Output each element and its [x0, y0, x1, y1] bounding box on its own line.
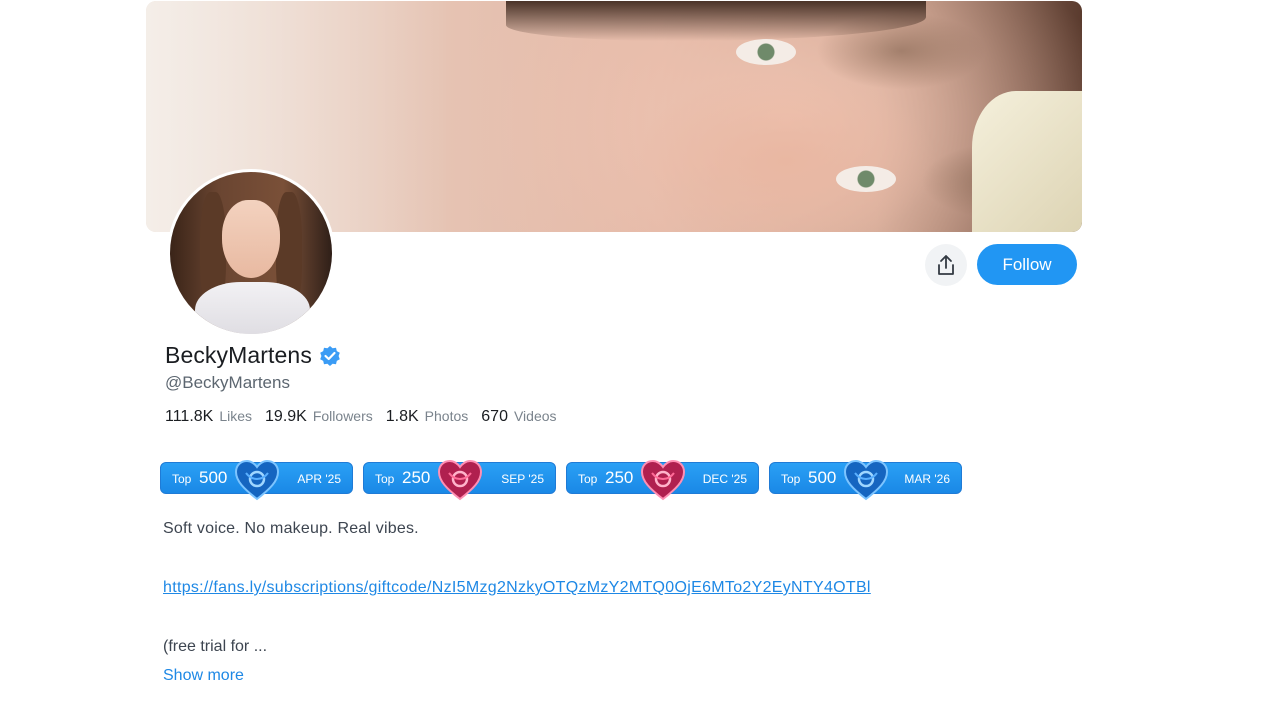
badge-date: DEC '25	[702, 472, 747, 486]
stat-likes[interactable]: 111.8K Likes	[165, 408, 252, 426]
verified-badge-icon	[320, 345, 340, 366]
heart-pink-icon	[437, 459, 483, 501]
profile-avatar[interactable]	[167, 169, 335, 337]
stat-value: 1.8K	[385, 408, 419, 425]
badge-prefix: Top	[172, 472, 192, 486]
rank-badge[interactable]: Top 250 DEC '25	[566, 459, 759, 501]
stat-videos[interactable]: 670 Videos	[481, 408, 556, 426]
badge-date: MAR '26	[904, 472, 950, 486]
stat-label: Videos	[513, 408, 557, 424]
ranking-badges: Top 500 APR '25 Top 250 SEP '25 Top 250 …	[160, 459, 962, 501]
heart-blue-icon	[234, 459, 280, 501]
badge-date: APR '25	[297, 472, 341, 486]
badge-prefix: Top	[781, 472, 801, 486]
stat-value: 19.9K	[265, 408, 307, 425]
stat-value: 670	[481, 408, 508, 425]
bio-text: Soft voice. No makeup. Real vibes.	[163, 520, 419, 537]
stat-followers[interactable]: 19.9K Followers	[265, 408, 373, 426]
badge-prefix: Top	[375, 472, 395, 486]
follow-button[interactable]: Follow	[977, 244, 1077, 285]
profile-stats: 111.8K Likes 19.9K Followers 1.8K Photos…	[165, 408, 570, 426]
badge-prefix: Top	[578, 472, 598, 486]
badge-date: SEP '25	[501, 472, 544, 486]
display-name: BeckyMartens	[165, 342, 312, 368]
profile-handle: @BeckyMartens	[165, 373, 290, 392]
stat-label: Followers	[312, 408, 373, 424]
stat-value: 111.8K	[165, 408, 214, 425]
profile-name-row: BeckyMartens	[165, 342, 342, 369]
stat-label: Photos	[424, 408, 469, 424]
share-button[interactable]	[925, 244, 967, 286]
show-more-link[interactable]: Show more	[163, 667, 244, 685]
badge-rank: 500	[199, 468, 228, 487]
rank-badge[interactable]: Top 500 APR '25	[160, 459, 353, 501]
heart-pink-icon	[640, 459, 686, 501]
rank-badge[interactable]: Top 250 SEP '25	[363, 459, 556, 501]
rank-badge[interactable]: Top 500 MAR '26	[769, 459, 962, 501]
stat-photos[interactable]: 1.8K Photos	[386, 408, 469, 426]
badge-rank: 250	[402, 468, 431, 487]
bio-truncated-text: (free trial for ...	[163, 638, 268, 655]
heart-blue-icon	[843, 459, 889, 501]
stat-label: Likes	[219, 408, 253, 424]
bio-link[interactable]: https://fans.ly/subscriptions/giftcode/N…	[163, 579, 871, 597]
badge-rank: 500	[808, 468, 837, 487]
share-icon	[938, 255, 954, 275]
badge-rank: 250	[605, 468, 634, 487]
